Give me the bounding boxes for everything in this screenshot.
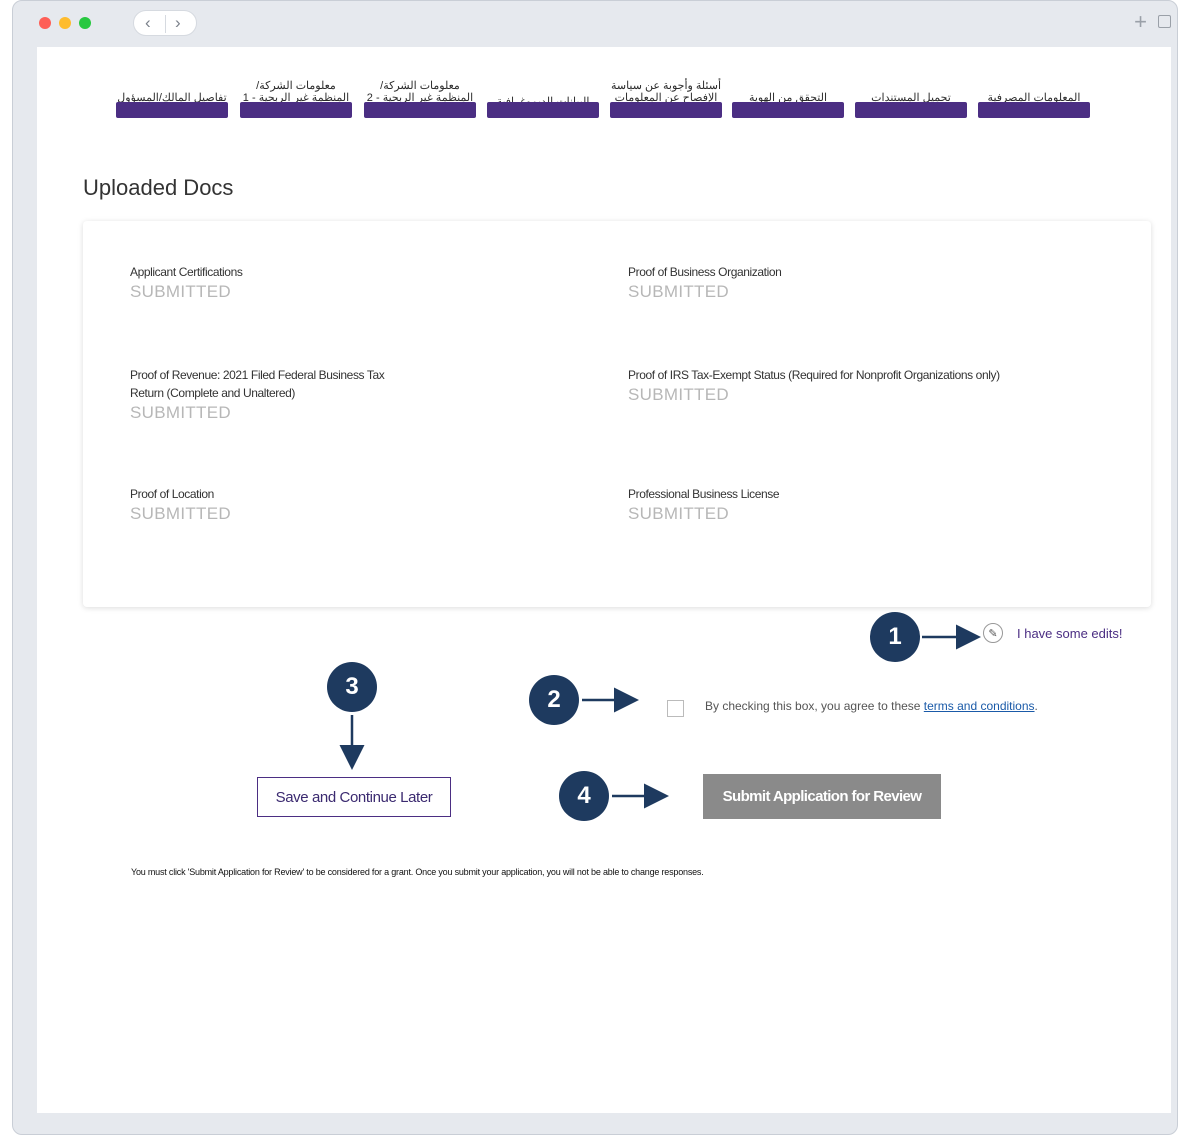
callout-badge-1: 1 bbox=[870, 612, 920, 662]
callout-badge-4: 4 bbox=[559, 771, 609, 821]
callout-arrows bbox=[339, 624, 981, 809]
callout-badge-3: 3 bbox=[327, 662, 377, 712]
callout-badge-2: 2 bbox=[529, 675, 579, 725]
